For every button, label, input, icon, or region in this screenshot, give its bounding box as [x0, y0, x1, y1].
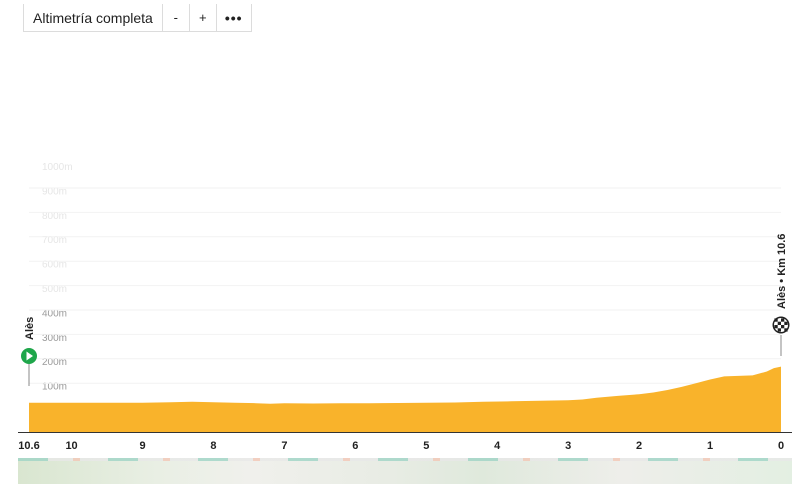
- x-tick-label: 8: [210, 440, 216, 452]
- x-tick-label: 6: [352, 440, 358, 452]
- y-tick-label: 1000m: [42, 162, 73, 173]
- x-tick-label: 3: [565, 440, 571, 452]
- x-tick-label: 1: [707, 440, 713, 452]
- start-label: Alès: [24, 317, 36, 340]
- finish-checkered-flag-icon: [772, 316, 790, 334]
- x-tick-label: 5: [423, 440, 429, 452]
- x-tick-label: 2: [636, 440, 642, 452]
- route-map-strip[interactable]: [18, 458, 792, 484]
- x-tick-label: 7: [281, 440, 287, 452]
- x-tick-label: 4: [494, 440, 501, 452]
- elevation-area: [29, 366, 781, 432]
- x-tick-label: 10: [65, 440, 77, 452]
- x-tick-label: 10.6: [18, 440, 39, 452]
- elevation-profile-chart: 0m100m200m300m400m500m600m700m800m900m10…: [18, 162, 792, 452]
- x-tick-label: 9: [139, 440, 145, 452]
- start-flag-icon: [21, 348, 37, 364]
- x-tick-label: 0: [778, 440, 784, 452]
- finish-label: Alès • Km 10.6: [776, 234, 788, 309]
